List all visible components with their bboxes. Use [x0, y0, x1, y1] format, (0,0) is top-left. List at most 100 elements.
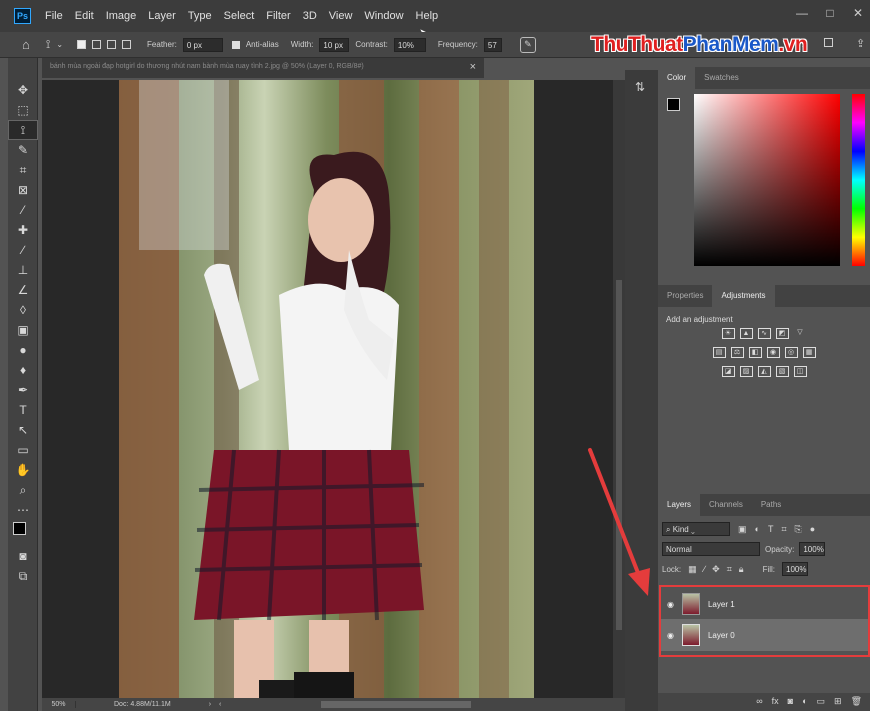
new-group-icon[interactable]: ▭ — [817, 696, 826, 708]
filter-toggle-icon[interactable]: ● — [810, 524, 815, 534]
invert-icon[interactable]: ◪ — [721, 366, 735, 377]
menu-filter[interactable]: Filter — [260, 10, 296, 22]
color-foreground-swatch[interactable] — [667, 98, 680, 111]
blur-tool-icon[interactable]: ● — [8, 340, 38, 360]
rectangle-tool-icon[interactable]: ▭ — [8, 440, 38, 460]
fill-input[interactable]: 100% — [782, 562, 809, 576]
menu-view[interactable]: View — [323, 10, 359, 22]
color-picker-field[interactable] — [694, 94, 840, 266]
vibrance-icon[interactable]: ▽ — [794, 328, 807, 339]
canvas-photo[interactable] — [119, 80, 534, 698]
hand-tool-icon[interactable]: ✋ — [8, 460, 38, 480]
menu-file[interactable]: File — [39, 10, 69, 22]
crop-tool-icon[interactable]: ⌗ — [8, 160, 38, 180]
foreground-color-swatch[interactable] — [13, 522, 26, 535]
marquee-tool-icon[interactable]: ⬚ — [8, 100, 38, 120]
delete-layer-icon[interactable]: 🗑︎ — [851, 696, 862, 708]
opacity-input[interactable]: 100% — [799, 542, 826, 556]
minimize-button[interactable]: — — [788, 6, 816, 20]
type-tool-icon[interactable]: T — [8, 400, 38, 420]
lock-pixels-icon[interactable]: ∕ — [704, 564, 706, 574]
contrast-input[interactable]: 10% — [393, 37, 426, 52]
link-layers-icon[interactable]: ∞ — [756, 696, 762, 708]
photo-filter-icon[interactable]: ◉ — [766, 347, 780, 358]
share-icon[interactable]: ⇪ — [856, 37, 865, 50]
horizontal-scrollbar-thumb[interactable] — [321, 701, 472, 708]
new-layer-icon[interactable]: ⊞ — [834, 696, 842, 708]
menu-3d[interactable]: 3D — [297, 10, 323, 22]
selective-color-icon[interactable]: ◫ — [793, 366, 807, 377]
more-tools-icon[interactable]: ⋯ — [8, 500, 38, 520]
levels-icon[interactable]: ▲ — [739, 328, 753, 339]
filter-smart-object-icon[interactable]: ⎘ — [795, 524, 802, 535]
tab-swatches[interactable]: Swatches — [695, 67, 748, 89]
menu-help[interactable]: Help — [410, 10, 445, 22]
screen-mode-icon[interactable]: ⧉ — [8, 566, 38, 586]
scroll-left-icon[interactable]: ‹ — [219, 701, 221, 708]
exposure-icon[interactable]: ◩ — [775, 328, 789, 339]
eraser-tool-icon[interactable]: ◊ — [8, 300, 38, 320]
channel-mixer-icon[interactable]: ◎ — [784, 347, 798, 358]
filter-pixel-icon[interactable]: ▣ — [738, 524, 747, 535]
color-lookup-icon[interactable]: ▦ — [802, 347, 816, 358]
new-adjustment-icon[interactable]: ◐ — [802, 696, 807, 708]
dodge-tool-icon[interactable]: ♦ — [8, 360, 38, 380]
filter-type-icon[interactable]: T — [768, 524, 774, 534]
pen-pressure-icon[interactable]: ✎ — [519, 36, 536, 53]
gradient-tool-icon[interactable]: ▣ — [8, 320, 38, 340]
lock-position-icon[interactable]: ✥ — [712, 564, 720, 575]
magnetic-lasso-tool-icon[interactable]: ⟟ — [8, 120, 38, 140]
eyedropper-tool-icon[interactable]: ⁄ — [8, 200, 38, 220]
doc-size[interactable]: Doc: 4.88M/11.1M — [114, 701, 171, 708]
menu-image[interactable]: Image — [100, 10, 143, 22]
maximize-button[interactable]: □ — [816, 6, 844, 20]
brightness-contrast-icon[interactable]: ☀ — [721, 328, 735, 339]
brush-tool-icon[interactable]: ∕ — [8, 240, 38, 260]
posterize-icon[interactable]: ▨ — [739, 366, 753, 377]
add-selection-icon[interactable] — [92, 40, 102, 49]
filter-adjustment-icon[interactable]: ◐ — [755, 524, 760, 534]
lock-transparency-icon[interactable]: ▦ — [688, 564, 697, 575]
menu-edit[interactable]: Edit — [69, 10, 100, 22]
frame-tool-icon[interactable]: ⊠ — [8, 180, 38, 200]
move-tool-icon[interactable]: ✥ — [8, 80, 38, 100]
menu-type[interactable]: Type — [182, 10, 218, 22]
color-swatches[interactable] — [8, 520, 37, 546]
menu-window[interactable]: Window — [358, 10, 409, 22]
feather-input[interactable]: 0 px — [182, 37, 223, 52]
tab-properties[interactable]: Properties — [658, 285, 712, 307]
magnetic-lasso-icon[interactable]: ⟟ — [46, 37, 50, 52]
menu-select[interactable]: Select — [218, 10, 261, 22]
tab-layers[interactable]: Layers — [658, 494, 701, 516]
path-selection-tool-icon[interactable]: ↖ — [8, 420, 38, 440]
gradient-map-icon[interactable]: ▧ — [775, 366, 789, 377]
antialias-checkbox[interactable] — [231, 40, 240, 49]
tab-channels[interactable]: Channels — [700, 494, 752, 516]
hue-saturation-icon[interactable]: ▤ — [712, 347, 726, 358]
black-white-icon[interactable]: ◧ — [748, 347, 762, 358]
intersect-selection-icon[interactable] — [122, 40, 132, 49]
tab-adjustments[interactable]: Adjustments — [712, 285, 775, 307]
workspace-icon[interactable] — [824, 38, 833, 47]
tab-color[interactable]: Color — [658, 67, 696, 89]
zoom-level[interactable]: 50% — [42, 701, 76, 708]
filter-shape-icon[interactable]: ⌗ — [781, 524, 786, 535]
lock-artboard-icon[interactable]: ⌗ — [727, 564, 732, 575]
close-button[interactable]: ✕ — [844, 6, 870, 20]
pen-tool-icon[interactable]: ✒ — [8, 380, 38, 400]
hue-slider[interactable] — [852, 94, 865, 266]
width-input[interactable]: 10 px — [319, 37, 350, 52]
clone-stamp-tool-icon[interactable]: ⊥ — [8, 260, 38, 280]
threshold-icon[interactable]: ◭ — [757, 366, 771, 377]
history-icon[interactable]: ⇅ — [635, 80, 645, 94]
add-mask-icon[interactable]: ◙ — [788, 696, 793, 708]
quick-selection-tool-icon[interactable]: ✎ — [8, 140, 38, 160]
history-brush-tool-icon[interactable]: ∠ — [8, 280, 38, 300]
vertical-scrollbar[interactable] — [613, 80, 625, 698]
layer-style-icon[interactable]: fx — [772, 696, 779, 708]
lock-all-icon[interactable]: 🔒︎ — [739, 564, 744, 575]
subtract-selection-icon[interactable] — [107, 40, 117, 49]
blend-mode-select[interactable]: Normal — [662, 542, 760, 556]
zoom-tool-icon[interactable]: ⌕ — [8, 480, 38, 500]
quick-mask-icon[interactable]: ◙ — [8, 546, 38, 566]
